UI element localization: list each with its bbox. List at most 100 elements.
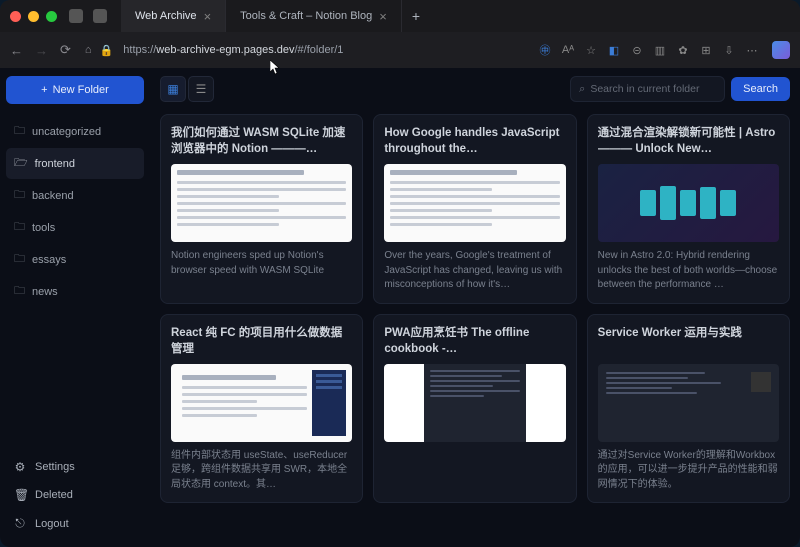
addr-icons-right: ㊥ Aᴬ ☆ ◧ ⊝ ▥ ✿ ⊞ ⇩ ⋯ [538,41,790,59]
maximize-window[interactable] [46,11,57,22]
card-desc: New in Astro 2.0: Hybrid rendering unloc… [598,249,779,293]
new-tab-button[interactable]: + [402,0,430,32]
traffic-lights [10,11,57,22]
card-thumbnail [171,164,352,242]
tab-notion-blog[interactable]: Tools & Craft – Notion Blog × [226,0,402,32]
card-desc: 通过对Service Worker的理解和Workbox的应用，可以进一步提升产… [598,449,779,493]
bookmark-card[interactable]: 通过混合渲染解锁新可能性 | Astro ——— Unlock New… New… [587,114,790,304]
card-title: 通过混合渲染解锁新可能性 | Astro ——— Unlock New… [598,125,779,157]
settings-link[interactable]: ⚙ Settings [6,454,144,480]
url-field[interactable]: https://web-archive-egm.pages.dev/#/fold… [123,44,528,56]
close-tab-icon[interactable]: × [379,9,387,24]
browser-window: Web Archive × Tools & Craft – Notion Blo… [0,0,800,547]
address-bar: ← → ⟳ ⌂ 🔒 https://web-archive-egm.pages.… [0,32,800,68]
card-title: PWA应用烹饪书 The offline cookbook -… [384,325,565,357]
new-folder-label: New Folder [53,84,109,96]
folder-essays[interactable]: 🗀 essays [6,244,144,275]
menu-icon[interactable]: ⋯ [745,43,759,57]
settings-label: Settings [35,461,75,473]
refresh-button[interactable]: ⟳ [60,42,71,58]
folder-label: tools [32,222,55,234]
bookmark-card[interactable]: PWA应用烹饪书 The offline cookbook -… [373,314,576,504]
nav-arrows: ← → ⟳ [10,42,71,58]
bookmark-card[interactable]: Service Worker 运用与实践 通过对Service Worker的理… [587,314,790,504]
titlebar-icons [69,9,107,23]
grid-view-button[interactable]: ▦ [160,76,186,102]
trash-icon: 🗑 [14,488,26,502]
extension-icon[interactable]: ✿ [676,43,690,57]
addr-icons-left: ⌂ 🔒 [85,44,113,57]
url-host: web-archive-egm.pages.dev [156,44,294,56]
bookmark-card[interactable]: React 纯 FC 的项目用什么做数据管理 组件内部状态用 useState、… [160,314,363,504]
sidebar-bottom: ⚙ Settings 🗑 Deleted ⎋ Logout [6,448,144,537]
card-desc: Notion engineers sped up Notion's browse… [171,249,352,278]
main-pane: ▦ ☰ ⌕ Search 我们如何通过 WASM SQLite 加速浏览器中的 … [150,68,800,547]
folder-label: frontend [35,158,75,170]
app-content: + New Folder 🗀 uncategorized 🗁 frontend … [0,68,800,547]
reader-icon[interactable]: Aᴬ [561,43,575,57]
plus-icon: + [41,84,47,96]
tabs: Web Archive × Tools & Craft – Notion Blo… [121,0,790,32]
minimize-window[interactable] [28,11,39,22]
folder-list: 🗀 uncategorized 🗁 frontend 🗀 backend 🗀 t… [6,116,144,448]
folder-icon: 🗀 [14,186,25,205]
library-icon[interactable]: ▥ [653,43,667,57]
deleted-label: Deleted [35,489,73,501]
profile-icon[interactable] [69,9,83,23]
folder-icon: 🗀 [14,218,25,237]
translate-icon[interactable]: ㊥ [538,43,552,57]
shopping-icon[interactable]: ⊝ [630,43,644,57]
tab-web-archive[interactable]: Web Archive × [121,0,226,32]
open-folder-icon: 🗁 [14,154,28,173]
collections-icon[interactable]: ◧ [607,43,621,57]
puzzle-icon[interactable]: ⊞ [699,43,713,57]
card-desc: 组件内部状态用 useState、useReducer 足够，跨组件数据共享用 … [171,449,352,493]
favorite-icon[interactable]: ☆ [584,43,598,57]
bookmark-card[interactable]: 我们如何通过 WASM SQLite 加速浏览器中的 Notion ———… N… [160,114,363,304]
card-title: 我们如何通过 WASM SQLite 加速浏览器中的 Notion ———… [171,125,352,157]
url-prefix: https:// [123,44,156,56]
folder-uncategorized[interactable]: 🗀 uncategorized [6,116,144,147]
search-input[interactable] [590,83,725,95]
logout-link[interactable]: ⎋ Logout [6,510,144,537]
deleted-link[interactable]: 🗑 Deleted [6,482,144,508]
search-button[interactable]: Search [731,77,790,101]
close-window[interactable] [10,11,21,22]
folder-frontend[interactable]: 🗁 frontend [6,148,144,179]
new-folder-button[interactable]: + New Folder [6,76,144,104]
card-thumbnail [384,164,565,242]
close-tab-icon[interactable]: × [204,9,212,24]
search-box[interactable]: ⌕ [570,76,725,102]
card-thumbnail [384,364,565,442]
logout-label: Logout [35,518,69,530]
search-icon: ⌕ [579,83,585,96]
titlebar: Web Archive × Tools & Craft – Notion Blo… [0,0,800,32]
sidebar-icon[interactable] [93,9,107,23]
back-button[interactable]: ← [10,43,23,58]
folder-label: news [32,286,58,298]
card-thumbnail [598,164,779,242]
copilot-icon[interactable] [772,41,790,59]
card-title: How Google handles JavaScript throughout… [384,125,565,157]
list-view-button[interactable]: ☰ [188,76,214,102]
folder-label: essays [32,254,66,266]
lock-icon[interactable]: 🔒 [100,44,114,57]
bookmark-card[interactable]: How Google handles JavaScript throughout… [373,114,576,304]
folder-tools[interactable]: 🗀 tools [6,212,144,243]
card-title: React 纯 FC 的项目用什么做数据管理 [171,325,352,357]
card-desc: Over the years, Google's treatment of Ja… [384,249,565,293]
folder-icon: 🗀 [14,250,25,269]
home-icon[interactable]: ⌂ [85,44,92,56]
folder-icon: 🗀 [14,122,25,141]
downloads-icon[interactable]: ⇩ [722,43,736,57]
folder-news[interactable]: 🗀 news [6,276,144,307]
folder-backend[interactable]: 🗀 backend [6,180,144,211]
sidebar: + New Folder 🗀 uncategorized 🗁 frontend … [0,68,150,547]
tab-label: Tools & Craft – Notion Blog [240,10,372,22]
card-thumbnail [171,364,352,442]
forward-button[interactable]: → [35,43,48,58]
cards-grid: 我们如何通过 WASM SQLite 加速浏览器中的 Notion ———… N… [160,114,790,503]
card-thumbnail [598,364,779,442]
folder-icon: 🗀 [14,282,25,301]
url-path: /#/folder/1 [294,44,343,56]
